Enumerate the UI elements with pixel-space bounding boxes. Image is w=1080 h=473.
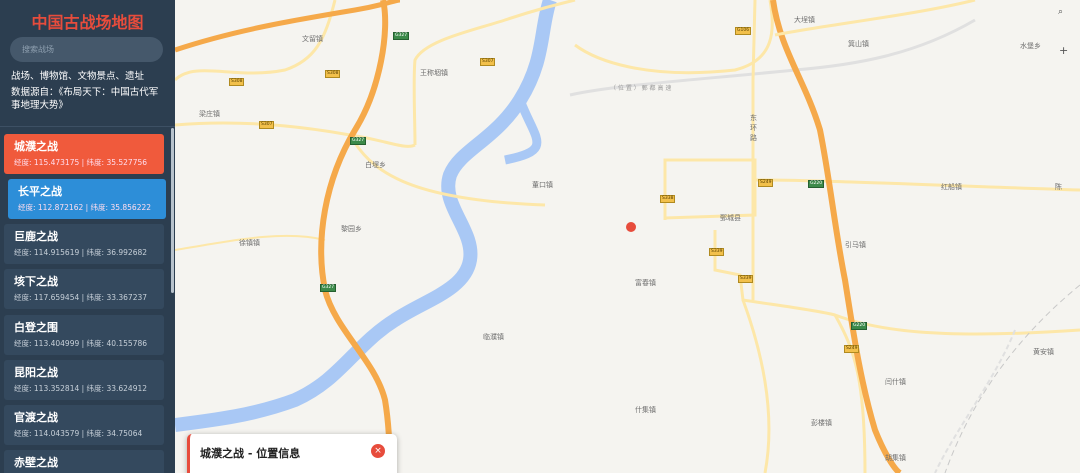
battle-list[interactable]: 城濮之战 经度: 115.473175 | 纬度: 35.527756 长平之战… [0,128,175,473]
battle-coords: 经度: 114.915619 | 纬度: 36.992682 [14,248,148,257]
place-label: 白堽乡 [365,161,386,169]
place-label: 引马镇 [845,241,866,249]
place-label: 胡集镇 [885,454,906,462]
battle-item[interactable]: 垓下之战 经度: 117.659454 | 纬度: 33.367237 [4,269,164,309]
map-search-icon[interactable]: ⌕ [1058,7,1063,17]
battle-item[interactable]: 赤壁之战 [4,450,164,473]
location-popup: 城濮之战 - 位置信息 × [187,434,397,473]
place-label: 董口镇 [532,181,553,189]
road-tag: S308 [229,78,245,86]
road-label: 东环路 [750,114,757,142]
battle-name: 赤壁之战 [14,456,58,469]
road-tag: S249 [758,179,774,187]
battle-name: 官渡之战 [14,411,58,424]
place-label: 鄄城县 [720,214,741,222]
app-title: 中国古战场地图 [31,13,144,32]
battle-item[interactable]: 城濮之战 经度: 115.473175 | 纬度: 35.527756 [4,134,164,174]
battle-location-marker[interactable] [626,222,636,232]
road-tag: G220 [851,322,868,330]
place-label: 临濮镇 [483,333,504,341]
list-scrollbar[interactable] [171,128,174,293]
battle-item[interactable]: 长平之战 经度: 112.872162 | 纬度: 35.856222 [8,179,166,219]
battle-item[interactable]: 官渡之战 经度: 114.043579 | 纬度: 34.75064 [4,405,164,445]
app-subtitle: 战场、博物馆、文物景点、遗址 [11,71,145,82]
divider [0,126,175,127]
road-tag: S249 [844,345,860,353]
sidebar: 中国古战场地图 战场、博物馆、文物景点、遗址 数据源自：《布局天下：中国古代军事… [0,0,175,473]
battle-item[interactable]: 巨鹿之战 经度: 114.915619 | 纬度: 36.992682 [4,224,164,264]
place-label: 彭楼镇 [811,419,832,427]
battle-name: 城濮之战 [14,140,58,153]
battle-item[interactable]: 白登之围 经度: 113.404999 | 纬度: 40.155786 [4,315,164,355]
place-label: 大埕镇 [794,16,815,24]
road-tag: G327 [320,284,337,292]
search-input[interactable] [10,37,163,62]
road-tag: G220 [808,180,825,188]
place-label: 箕山镇 [848,40,869,48]
place-label: 梁庄镇 [199,110,220,118]
road-tag: S308 [325,70,341,78]
place-label: 水堡乡 [1020,42,1041,50]
battle-coords: 经度: 112.872162 | 纬度: 35.856222 [18,203,152,212]
road-tag: G327 [350,137,367,145]
road-tag: S307 [480,58,496,66]
road-tag: S338 [660,195,676,203]
battle-name: 垓下之战 [14,275,58,288]
battle-name: 白登之围 [14,321,58,334]
place-label: 徐镇镇 [239,239,260,247]
place-label: 黎园乡 [341,225,362,233]
battle-name: 长平之战 [18,185,62,198]
road-tag: S339 [709,248,725,256]
popup-title: 城濮之战 - 位置信息 [200,447,301,460]
place-label: 黄安镇 [1033,348,1054,356]
place-label: 什集镇 [635,406,656,414]
road-tag: G106 [735,27,752,35]
place-label: 闫什镇 [885,378,906,386]
close-icon[interactable]: × [371,444,385,458]
battle-coords: 经度: 117.659454 | 纬度: 33.367237 [14,293,148,302]
place-label: 王称堌镇 [420,69,448,77]
data-source-note: 数据源自：《布局天下：中国古代军事地理大势》 [11,87,159,111]
battle-name: 巨鹿之战 [14,230,58,243]
battle-coords: 经度: 113.352814 | 纬度: 33.624912 [14,384,148,393]
place-label: 红船镇 [941,183,962,191]
battle-coords: 经度: 114.043579 | 纬度: 34.75064 [14,429,143,438]
place-label: 陈 [1055,183,1062,191]
battle-coords: 经度: 115.473175 | 纬度: 35.527756 [14,158,148,167]
map-base [175,0,1080,473]
battle-coords: 经度: 113.404999 | 纬度: 40.155786 [14,339,148,348]
battle-name: 昆阳之战 [14,366,58,379]
place-label: 文留镇 [302,35,323,43]
map-canvas[interactable]: 文留镇 王称堌镇 梁庄镇 白堽乡 董口镇 鄄城县 黎园乡 徐镇镇 富春镇 临濮镇… [175,0,1080,473]
road-tag: G327 [393,32,410,40]
road-tag: S339 [738,275,754,283]
battle-item[interactable]: 昆阳之战 经度: 113.352814 | 纬度: 33.624912 [4,360,164,400]
road-label: （ 位 置 ） 鄄 都 高 速 [610,85,672,92]
road-tag: S307 [259,121,275,129]
place-label: 富春镇 [635,279,656,287]
zoom-in-icon[interactable]: + [1059,44,1068,57]
